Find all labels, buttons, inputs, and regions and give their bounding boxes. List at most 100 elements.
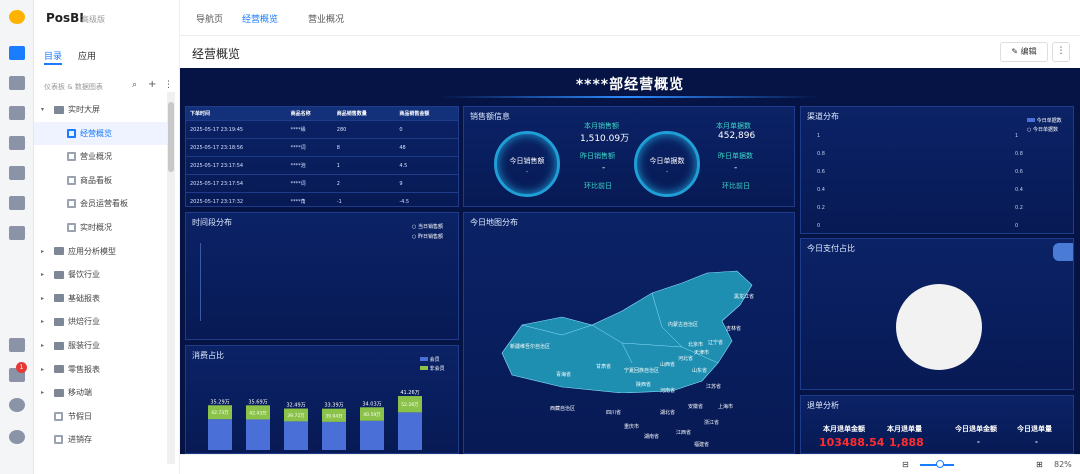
zoom-slider-handle[interactable] xyxy=(936,460,944,468)
map-region-label[interactable]: 宁夏回族自治区 xyxy=(624,367,659,374)
bar-total-label: 35.69万 xyxy=(248,399,267,405)
sidebar-item[interactable]: 节假日 xyxy=(34,405,168,428)
sidebar-item[interactable]: ▸ 基础报表 xyxy=(34,287,168,310)
table-cell: 2 xyxy=(332,174,396,193)
help-icon[interactable] xyxy=(9,430,25,444)
page-title: 经营概览 xyxy=(192,47,241,61)
mail-icon[interactable] xyxy=(9,136,25,150)
edit-button[interactable]: ✎ 编辑 xyxy=(1000,42,1048,62)
map-region-label[interactable]: 辽宁省 xyxy=(708,339,723,346)
map-region-label[interactable]: 陕西省 xyxy=(636,381,651,388)
sidebar-item[interactable]: ▸ 烘焙行业 xyxy=(34,310,168,333)
expand-arrow-icon[interactable]: ▸ xyxy=(41,389,44,396)
map-region-label[interactable]: 新疆维吾尔自治区 xyxy=(510,343,550,350)
zoom-in-icon[interactable]: ⊞ xyxy=(1036,460,1043,469)
expand-arrow-icon[interactable]: ▸ xyxy=(41,318,44,325)
order-table-panel: 下单时间 商品名称 商品销售数量 商品销售金额 2025-05-17 23:19:45… xyxy=(185,106,459,210)
map-region-label[interactable]: 山东省 xyxy=(692,367,707,374)
map-region-label[interactable]: 河北省 xyxy=(678,355,693,362)
sidebar-item[interactable]: ▸ 餐饮行业 xyxy=(34,263,168,286)
bar-total-label: 32.49万 xyxy=(286,403,305,409)
map-region-label[interactable]: 内蒙古自治区 xyxy=(668,321,698,328)
sidebar-item[interactable]: ▸ 应用分析模型 xyxy=(34,240,168,263)
map-region-label[interactable]: 重庆市 xyxy=(624,423,639,430)
users-icon[interactable] xyxy=(9,166,25,180)
sidebar-scrollbar[interactable] xyxy=(167,92,175,464)
sidebar-item-label: 应用分析模型 xyxy=(68,246,116,256)
column-header[interactable]: 商品销售数量 xyxy=(332,107,396,121)
bar-member[interactable] xyxy=(322,421,346,450)
today-orders-label: 今日单据数 xyxy=(649,157,685,165)
bar-member[interactable] xyxy=(398,412,422,450)
map-region-label[interactable]: 河南省 xyxy=(660,387,675,394)
map-region-label[interactable]: 天津市 xyxy=(694,349,709,356)
bar-member[interactable] xyxy=(246,419,270,450)
panel-toggle-icon[interactable] xyxy=(1053,243,1073,261)
map-region-label[interactable]: 甘肃省 xyxy=(596,363,611,370)
more-icon[interactable]: ⋮ xyxy=(164,80,173,90)
expand-arrow-icon[interactable]: ▾ xyxy=(41,106,44,113)
sidebar-item[interactable]: 进销存 xyxy=(34,428,168,451)
map-region-label[interactable]: 西藏自治区 xyxy=(550,405,575,412)
expand-arrow-icon[interactable]: ▸ xyxy=(41,271,44,278)
column-header[interactable]: 商品销售金额 xyxy=(395,107,458,121)
tab-operating-overview[interactable]: 营业概况 xyxy=(308,12,344,25)
table-icon[interactable] xyxy=(9,76,25,90)
expand-arrow-icon[interactable]: ▸ xyxy=(41,248,44,255)
sidebar-item[interactable]: 营业概况 xyxy=(34,145,168,168)
search-icon[interactable]: ⌕ xyxy=(132,80,137,90)
map-region-label[interactable]: 江苏省 xyxy=(706,383,721,390)
add-icon[interactable]: + xyxy=(148,79,156,90)
sidebar-item[interactable]: ▸ 移动端 xyxy=(34,381,168,404)
tab-catalog[interactable]: 目录 xyxy=(44,49,62,62)
map-region-label[interactable]: 福建省 xyxy=(694,441,709,448)
tab-apps[interactable]: 应用 xyxy=(78,49,96,62)
ai-icon[interactable] xyxy=(9,338,25,352)
zoom-out-icon[interactable]: ⊟ xyxy=(902,460,909,469)
dashboard-icon[interactable] xyxy=(9,46,25,60)
map-region-label[interactable]: 浙江省 xyxy=(704,419,719,426)
more-button[interactable]: ⋮ xyxy=(1052,42,1070,62)
tab-nav-page[interactable]: 导航页 xyxy=(196,12,223,25)
expand-arrow-icon[interactable]: ▸ xyxy=(41,366,44,373)
map-region-label[interactable]: 湖南省 xyxy=(644,433,659,440)
map-region-label[interactable]: 四川省 xyxy=(606,409,621,416)
column-header[interactable]: 下单时间 xyxy=(186,107,287,121)
sidebar-item[interactable]: ▸ 服装行业 xyxy=(34,334,168,357)
map-region-label[interactable]: 黑龙江省 xyxy=(734,293,754,300)
map-region-label[interactable]: 江西省 xyxy=(676,429,691,436)
map-region-label[interactable]: 青海省 xyxy=(556,371,571,378)
folder-icon xyxy=(54,317,64,326)
scrollbar-thumb[interactable] xyxy=(168,102,174,172)
bar-member[interactable] xyxy=(208,419,232,450)
tab-business-overview[interactable]: 经营概览 xyxy=(242,12,278,25)
map-region-label[interactable]: 湖北省 xyxy=(660,409,675,416)
sidebar-item[interactable]: ▾ 实时大屏 xyxy=(34,98,168,121)
table-cell: 4.5 xyxy=(395,156,458,175)
dashboard-canvas: ****部经营概览 下单时间 商品名称 商品销售数量 商品销售金额 2025-05-1… xyxy=(180,68,1080,454)
map-region-label[interactable]: 安徽省 xyxy=(688,403,703,410)
bar-member[interactable] xyxy=(284,421,308,450)
sidebar-item[interactable]: 实时概况 xyxy=(34,216,168,239)
map-region-label[interactable]: 北京市 xyxy=(688,341,703,348)
table-header-row: 下单时间 商品名称 商品销售数量 商品销售金额 xyxy=(186,107,458,121)
shield-icon[interactable] xyxy=(9,196,25,210)
sidebar-item[interactable]: ▸ 零售报表 xyxy=(34,358,168,381)
sidebar-item[interactable]: 商品看板 xyxy=(34,169,168,192)
sidebar-item[interactable]: 经营概览 xyxy=(34,121,168,145)
status-bar: ⊟ ⊞ 82% xyxy=(180,454,1080,474)
today-sales-ring: 今日销售额 - xyxy=(494,131,560,197)
map-region-label[interactable]: 吉林省 xyxy=(726,325,741,332)
expand-arrow-icon[interactable]: ▸ xyxy=(41,342,44,349)
today-orders-value: - xyxy=(665,168,669,176)
column-header[interactable]: 商品名称 xyxy=(286,107,333,121)
bar-member[interactable] xyxy=(360,420,384,450)
list-icon[interactable] xyxy=(9,106,25,120)
sidebar-item-label: 基础报表 xyxy=(68,293,100,303)
sidebar-item[interactable]: 会员运营看板 xyxy=(34,192,168,215)
map-region-label[interactable]: 上海市 xyxy=(718,403,733,410)
map-region-label[interactable]: 山西省 xyxy=(660,361,675,368)
gear-icon[interactable] xyxy=(9,226,25,240)
expand-arrow-icon[interactable]: ▸ xyxy=(41,295,44,302)
user-avatar-icon[interactable] xyxy=(9,398,25,412)
